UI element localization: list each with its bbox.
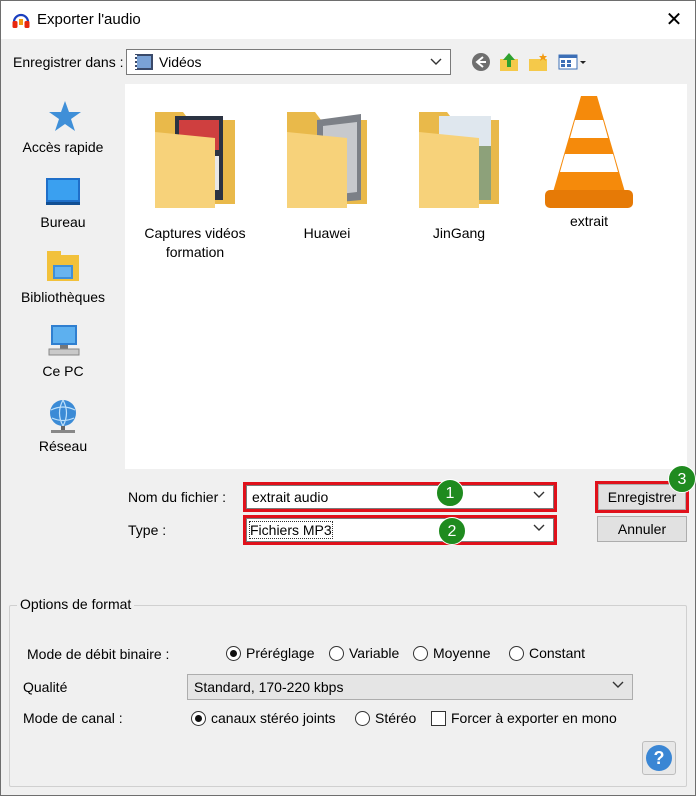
folder-icon bbox=[155, 112, 235, 208]
file-list[interactable]: Captures vidéosformation Huawei JinGang bbox=[125, 84, 687, 469]
help-icon: ? bbox=[646, 745, 672, 771]
folder-icon bbox=[419, 112, 499, 208]
force-mono-checkbox[interactable] bbox=[431, 711, 446, 726]
chevron-down-icon bbox=[612, 681, 624, 688]
close-icon: ✕ bbox=[665, 9, 683, 31]
radio-constant-label: Constant bbox=[529, 645, 586, 661]
radio-variable[interactable] bbox=[329, 646, 344, 661]
force-mono-label: Forcer à exporter en mono bbox=[451, 710, 617, 726]
help-button[interactable]: ? bbox=[642, 741, 676, 775]
vlc-cone-icon bbox=[545, 96, 633, 208]
place-desktop[interactable]: Bureau bbox=[7, 172, 119, 230]
radio-joint-stereo-label: canaux stéréo joints bbox=[211, 710, 336, 726]
audacity-headphones-icon bbox=[12, 13, 30, 28]
step-badge-1: 1 bbox=[436, 479, 464, 507]
highlight-box-1 bbox=[243, 482, 557, 512]
file-name: Captures vidéos formation bbox=[144, 225, 246, 260]
radio-preset-label: Préréglage bbox=[246, 645, 315, 661]
close-button[interactable]: ✕ bbox=[659, 5, 689, 35]
place-this-pc[interactable]: Ce PC bbox=[7, 321, 119, 379]
window-title: Exporter l'audio bbox=[37, 11, 141, 28]
place-label: Accès rapide bbox=[22, 139, 104, 155]
filetype-label: Type : bbox=[128, 522, 167, 538]
radio-variable-label: Variable bbox=[349, 645, 400, 661]
file-item[interactable]: extrait bbox=[529, 92, 649, 231]
radio-constant[interactable] bbox=[509, 646, 524, 661]
step-badge-2: 2 bbox=[438, 517, 466, 545]
star-icon bbox=[49, 101, 81, 131]
highlight-box-2 bbox=[243, 515, 557, 545]
place-network[interactable]: Réseau bbox=[7, 396, 119, 454]
radio-preset[interactable] bbox=[226, 646, 241, 661]
radio-stereo[interactable] bbox=[355, 711, 370, 726]
radio-average[interactable] bbox=[413, 646, 428, 661]
file-item[interactable]: Huawei bbox=[267, 104, 387, 243]
new-folder-icon[interactable] bbox=[527, 51, 549, 73]
folder-icon bbox=[287, 112, 367, 208]
quality-dropdown[interactable]: Standard, 170-220 kbps bbox=[187, 674, 633, 700]
file-item[interactable]: Captures vidéos formation bbox=[135, 104, 255, 262]
place-quick-access[interactable]: Accès rapide bbox=[7, 97, 119, 155]
channel-mode-label: Mode de canal : bbox=[23, 710, 123, 726]
file-name: extrait bbox=[569, 213, 609, 229]
title-bar: Exporter l'audio ✕ bbox=[1, 1, 695, 39]
radio-average-label: Moyenne bbox=[433, 645, 491, 661]
file-name: Huawei bbox=[303, 225, 351, 241]
svg-text:?: ? bbox=[654, 748, 665, 768]
up-folder-icon[interactable] bbox=[498, 51, 520, 73]
export-audio-dialog: Exporter l'audio ✕ Enregistrer dans : Vi… bbox=[0, 0, 696, 796]
radio-joint-stereo[interactable] bbox=[191, 711, 206, 726]
cancel-button[interactable]: Annuler bbox=[597, 516, 687, 542]
computer-icon bbox=[48, 325, 80, 356]
quality-value: Standard, 170-220 kbps bbox=[194, 679, 344, 695]
place-label: Réseau bbox=[38, 438, 88, 454]
back-icon[interactable] bbox=[470, 51, 492, 73]
radio-stereo-label: Stéréo bbox=[375, 710, 417, 726]
chevron-down-icon bbox=[430, 58, 442, 65]
library-icon bbox=[47, 251, 79, 281]
place-libraries[interactable]: Bibliothèques bbox=[7, 247, 119, 305]
file-item[interactable]: JinGang bbox=[399, 104, 519, 243]
bitrate-mode-label: Mode de débit binaire : bbox=[27, 646, 170, 662]
save-in-label: Enregistrer dans : bbox=[13, 54, 124, 70]
desktop-icon bbox=[46, 178, 80, 205]
video-folder-icon bbox=[135, 54, 153, 70]
format-options-title: Options de format bbox=[17, 596, 135, 612]
view-menu-icon[interactable] bbox=[557, 51, 589, 73]
place-label: Ce PC bbox=[42, 363, 84, 379]
file-name: JinGang bbox=[432, 225, 486, 241]
place-label: Bureau bbox=[40, 214, 86, 230]
filename-label: Nom du fichier : bbox=[128, 489, 227, 505]
places-bar: Accès rapide Bureau Bibliothèques Ce PC … bbox=[7, 83, 119, 571]
save-in-value: Vidéos bbox=[159, 54, 202, 70]
place-label: Bibliothèques bbox=[20, 289, 106, 305]
network-icon bbox=[50, 399, 76, 433]
save-in-dropdown[interactable]: Vidéos bbox=[126, 49, 451, 75]
quality-label: Qualité bbox=[23, 679, 68, 695]
step-badge-3: 3 bbox=[668, 465, 696, 493]
